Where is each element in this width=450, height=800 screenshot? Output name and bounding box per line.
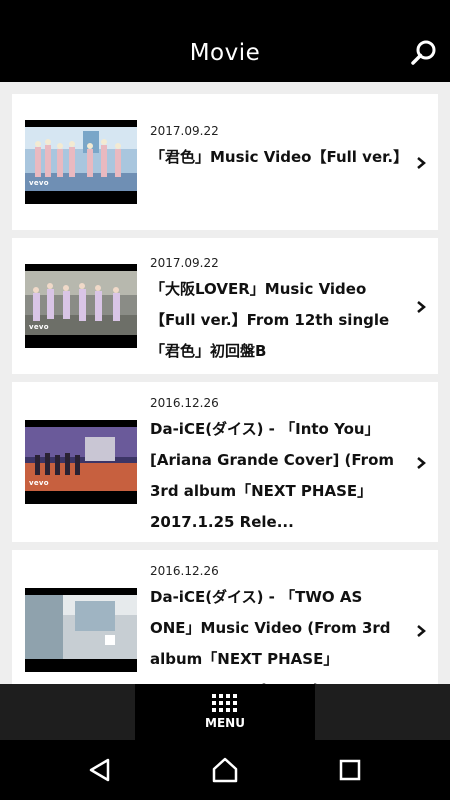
grid-menu-icon xyxy=(212,694,237,712)
video-info: 2016.12.26 Da-iCE(ダイス) - 「Into You」[Aria… xyxy=(150,396,402,538)
search-button[interactable] xyxy=(408,38,440,70)
video-info: 2016.12.26 Da-iCE(ダイス) - 「TWO AS ONE」Mus… xyxy=(150,564,402,684)
app-bar: Movie xyxy=(0,24,450,82)
video-info: 2017.09.22 「君色」Music Video【Full ver.】 xyxy=(150,124,409,173)
chevron-right-icon xyxy=(417,157,426,169)
video-info: 2017.09.22 「大阪LOVER」Music Video【Full ver… xyxy=(150,256,402,367)
video-card[interactable]: 2016.12.26 Da-iCE(ダイス) - 「TWO AS ONE」Mus… xyxy=(12,550,438,684)
home-icon[interactable] xyxy=(211,756,239,784)
menu-button[interactable]: MENU xyxy=(135,684,315,740)
page-title: Movie xyxy=(189,40,261,66)
video-list: vevo 2017.09.22 「君色」Music Video【Full ver… xyxy=(0,82,450,684)
video-title: Da-iCE(ダイス) - 「Into You」[Ariana Grande C… xyxy=(150,420,395,531)
video-card[interactable]: vevo 2017.09.22 「君色」Music Video【Full ver… xyxy=(12,94,438,230)
video-title: 「君色」Music Video【Full ver.】 xyxy=(150,148,409,166)
search-icon xyxy=(411,40,436,65)
video-thumbnail: vevo xyxy=(25,264,137,348)
menu-label: MENU xyxy=(205,716,245,730)
system-nav-bar xyxy=(0,740,450,800)
vevo-badge: vevo xyxy=(29,323,49,331)
video-date: 2017.09.22 xyxy=(150,124,219,138)
video-title: 「大阪LOVER」Music Video【Full ver.】From 12th… xyxy=(150,280,390,360)
vevo-badge: vevo xyxy=(29,179,49,187)
chevron-right-icon xyxy=(417,301,426,313)
video-date: 2016.12.26 xyxy=(150,564,219,578)
chevron-right-icon xyxy=(417,457,426,469)
vevo-badge: vevo xyxy=(29,479,49,487)
video-thumbnail xyxy=(25,588,137,672)
bottom-bar: MENU xyxy=(0,684,450,740)
video-card[interactable]: vevo 2016.12.26 Da-iCE(ダイス) - 「Into You」… xyxy=(12,382,438,542)
video-thumbnail: vevo xyxy=(25,120,137,204)
chevron-right-icon xyxy=(417,625,426,637)
video-title: Da-iCE(ダイス) - 「TWO AS ONE」Music Video (F… xyxy=(150,588,391,684)
video-thumbnail: vevo xyxy=(25,420,137,504)
recents-icon[interactable] xyxy=(336,756,364,784)
back-icon[interactable] xyxy=(86,756,114,784)
video-card[interactable]: vevo 2017.09.22 「大阪LOVER」Music Video【Ful… xyxy=(12,238,438,374)
video-date: 2016.12.26 xyxy=(150,396,219,410)
status-bar xyxy=(0,0,450,24)
video-date: 2017.09.22 xyxy=(150,256,219,270)
